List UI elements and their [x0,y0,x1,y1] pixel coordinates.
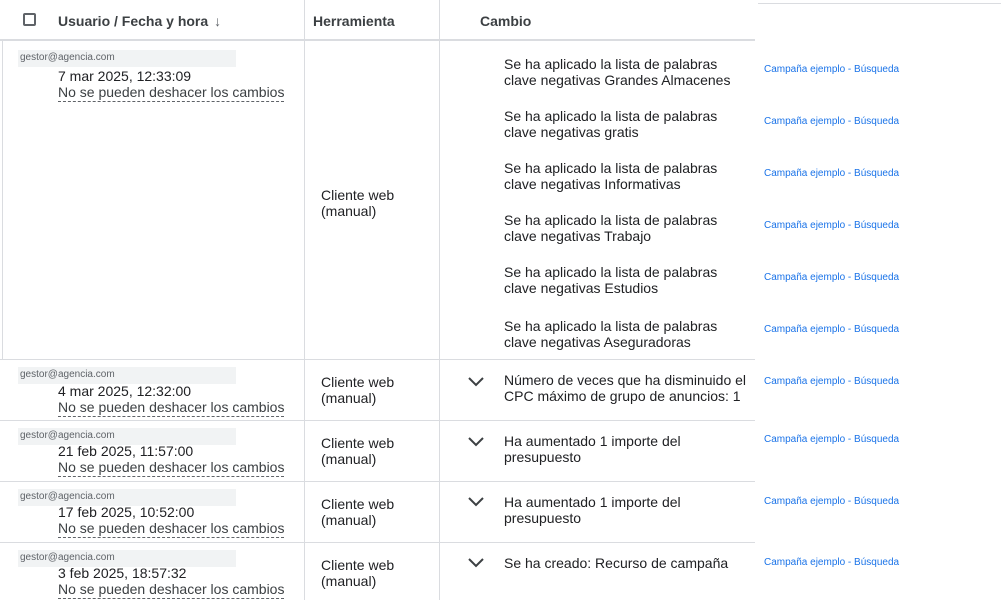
campaign-link[interactable]: Campaña ejemplo - Búsqueda [764,556,899,570]
change-line: Se ha aplicado la lista de palabras [504,318,718,334]
campaign-link[interactable]: Campaña ejemplo - Búsqueda [764,433,899,447]
campaign-link[interactable]: Campaña ejemplo - Búsqueda [764,219,899,233]
campaign-link[interactable]: Campaña ejemplo - Búsqueda [764,323,899,337]
campaign-link[interactable]: Campaña ejemplo - Búsqueda [764,271,899,285]
tool-name-line: Cliente web [321,496,395,512]
tool-name: Cliente web (manual) [321,435,431,467]
undo-unavailable-text: No se pueden deshacer los cambios [58,459,285,477]
chevron-down-icon[interactable] [466,434,486,450]
tool-name-line: Cliente web [321,557,395,573]
change-line: Se ha aplicado la lista de palabras [504,212,718,228]
change-line: clave negativas Trabajo [504,228,652,244]
change-line: Ha aumentado 1 importe del [504,433,681,449]
change-description: Ha aumentado 1 importe del presupuesto [504,433,749,465]
change-line: Se ha aplicado la lista de palabras [504,56,718,72]
tool-name-line: Cliente web [321,374,395,390]
sort-arrow-icon[interactable]: ↓ [214,13,221,29]
change-line: Se ha aplicado la lista de palabras [504,160,718,176]
change-line: presupuesto [504,510,582,526]
change-datetime: 7 mar 2025, 12:33:09 [58,68,192,84]
change-history-table: Usuario / Fecha y hora ↓ Herramienta Cam… [0,0,755,600]
chevron-down-icon[interactable] [466,555,486,571]
user-email: gestor@agencia.com [18,367,236,384]
change-line: presupuesto [504,449,582,465]
undo-unavailable-text: No se pueden deshacer los cambios [58,84,285,102]
tool-name: Cliente web (manual) [321,374,431,406]
change-datetime: 21 feb 2025, 11:57:00 [58,443,194,459]
table-row: gestor@agencia.com 4 mar 2025, 12:32:00 … [0,360,755,421]
tool-name-line: (manual) [321,512,377,528]
campaign-link[interactable]: Campaña ejemplo - Búsqueda [764,167,899,181]
change-line: Se ha aplicado la lista de palabras [504,264,718,280]
change-description: Se ha aplicado la lista de palabras clav… [504,160,749,192]
tool-name: Cliente web (manual) [321,187,431,219]
tool-name-line: Cliente web [321,187,395,203]
select-all-checkbox[interactable] [23,13,36,26]
change-line: Se ha aplicado la lista de palabras [504,108,718,124]
change-line: Ha aumentado 1 importe del [504,494,681,510]
change-line: clave negativas gratis [504,124,639,140]
change-description: Se ha creado: Recurso de campaña [504,555,749,571]
change-description: Se ha aplicado la lista de palabras clav… [504,318,749,350]
table-row: gestor@agencia.com 17 feb 2025, 10:52:00… [0,482,755,543]
change-description: Se ha aplicado la lista de palabras clav… [504,108,749,140]
column-header-tool[interactable]: Herramienta [313,0,395,41]
tool-name-line: (manual) [321,390,377,406]
change-description: Se ha aplicado la lista de palabras clav… [504,56,749,88]
change-line: clave negativas Grandes Almacenes [504,72,731,88]
campaign-link[interactable]: Campaña ejemplo - Búsqueda [764,63,899,77]
tool-name-line: Cliente web [321,435,395,451]
table-row: gestor@agencia.com 21 feb 2025, 11:57:00… [0,421,755,482]
table-row: gestor@agencia.com 3 feb 2025, 18:57:32 … [0,543,755,600]
campaign-link[interactable]: Campaña ejemplo - Búsqueda [764,495,899,509]
change-line: clave negativas Aseguradoras [504,334,691,350]
change-datetime: 17 feb 2025, 10:52:00 [58,504,195,520]
table-row: gestor@agencia.com 7 mar 2025, 12:33:09 … [0,43,755,360]
campaign-link[interactable]: Campaña ejemplo - Búsqueda [764,375,899,389]
change-line: CPC máximo de grupo de anuncios: 1 [504,388,741,404]
change-datetime: 4 mar 2025, 12:32:00 [58,383,192,399]
change-description: Ha aumentado 1 importe del presupuesto [504,494,749,526]
panel-edge [758,0,1001,4]
user-email: gestor@agencia.com [18,50,236,67]
undo-unavailable-text: No se pueden deshacer los cambios [58,581,285,599]
tool-name: Cliente web (manual) [321,496,431,528]
tool-name: Cliente web (manual) [321,557,431,589]
tool-name-line: (manual) [321,573,377,589]
change-line: Se ha creado: Recurso de campaña [504,555,729,571]
undo-unavailable-text: No se pueden deshacer los cambios [58,399,285,417]
undo-unavailable-text: No se pueden deshacer los cambios [58,520,285,538]
change-description: Número de veces que ha disminuido el CPC… [504,372,749,404]
change-description: Se ha aplicado la lista de palabras clav… [504,264,749,296]
chevron-down-icon[interactable] [466,494,486,510]
tool-name-line: (manual) [321,203,377,219]
change-line: clave negativas Estudios [504,280,659,296]
change-datetime: 3 feb 2025, 18:57:32 [58,565,187,581]
change-description: Se ha aplicado la lista de palabras clav… [504,212,749,244]
table-header: Usuario / Fecha y hora ↓ Herramienta Cam… [0,0,755,41]
change-line: Número de veces que ha disminuido el [504,372,747,388]
column-header-user-date-label: Usuario / Fecha y hora [58,12,209,29]
change-line: clave negativas Informativas [504,176,681,192]
tool-name-line: (manual) [321,451,377,467]
campaign-link[interactable]: Campaña ejemplo - Búsqueda [764,115,899,129]
column-header-change[interactable]: Cambio [480,0,531,41]
column-header-user-date[interactable]: Usuario / Fecha y hora ↓ [58,0,221,41]
chevron-down-icon[interactable] [466,374,486,390]
